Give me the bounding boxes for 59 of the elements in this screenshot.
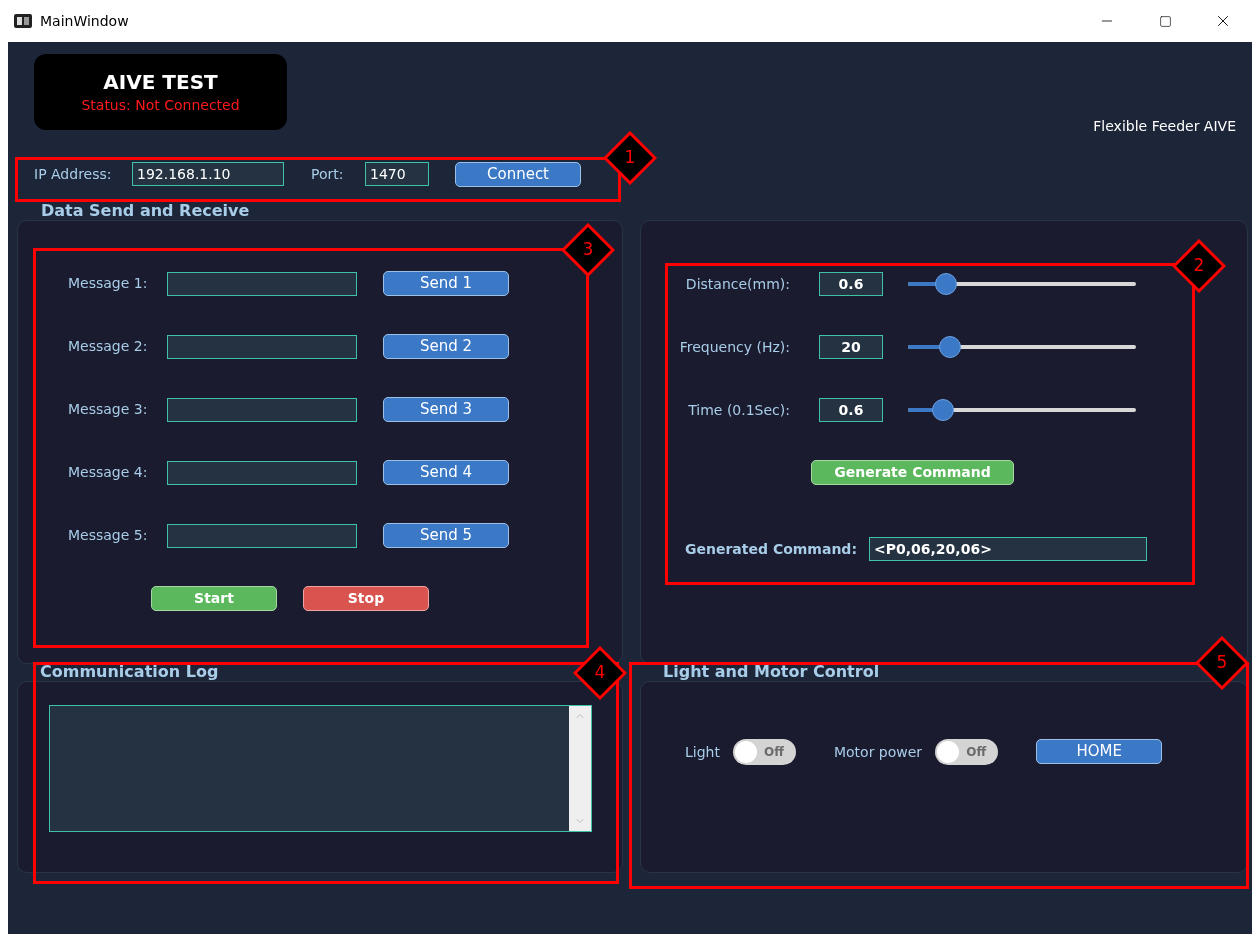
group-title: Communication Log <box>40 661 219 683</box>
slider[interactable] <box>908 399 1136 421</box>
slider-label: Time (0.1Sec): <box>687 400 791 420</box>
send-button[interactable]: Send 2 <box>383 334 509 359</box>
stop-button[interactable]: Stop <box>303 586 429 611</box>
slider-label: Frequency (Hz): <box>678 337 791 357</box>
brand-label: Flexible Feeder AIVE <box>1093 117 1236 136</box>
window-title: MainWindow <box>40 11 129 31</box>
port-field[interactable]: 1470 <box>365 162 429 186</box>
group-title: Light and Motor Control <box>663 661 880 683</box>
slider-thumb[interactable] <box>939 336 962 358</box>
toggle-state: Off <box>764 744 784 761</box>
value-field[interactable]: 20 <box>819 335 883 359</box>
result-label: Generated Command: <box>685 539 858 559</box>
slider-thumb[interactable] <box>932 399 955 421</box>
ip-field[interactable]: 192.168.1.10 <box>132 162 284 186</box>
slider[interactable] <box>908 273 1136 295</box>
message-field[interactable] <box>167 523 357 548</box>
message-label: Message 2: <box>68 337 149 356</box>
home-button[interactable]: HOME <box>1036 739 1163 764</box>
connect-button[interactable]: Connect <box>455 161 581 187</box>
callout-badge: 5 <box>1195 636 1249 690</box>
connection-status: Status: Not Connected <box>81 95 240 115</box>
callout-badge: 1 <box>603 131 657 185</box>
send-button[interactable]: Send 1 <box>383 271 509 296</box>
port-label: Port: <box>311 164 345 184</box>
slider[interactable] <box>908 336 1136 358</box>
app-icon <box>14 14 32 28</box>
message-label: Message 5: <box>68 526 149 545</box>
callout-badge: 2 <box>1172 239 1226 293</box>
toggle-label: Light <box>685 742 720 762</box>
toggle-label: Motor power <box>833 742 923 762</box>
message-field[interactable] <box>167 271 357 296</box>
ip-label: IP Address: <box>34 164 113 184</box>
command-field[interactable]: <P0,06,20,06> <box>869 537 1147 561</box>
toggle-switch[interactable]: Off <box>732 739 796 765</box>
group-title: Data Send and Receive <box>40 200 251 222</box>
send-button[interactable]: Send 5 <box>383 523 509 548</box>
generate-command-button[interactable]: Generate Command <box>811 460 1014 485</box>
slider-thumb[interactable] <box>934 273 957 295</box>
message-field[interactable] <box>167 334 357 359</box>
value-field[interactable]: 0.6 <box>819 272 883 296</box>
slider-label: Distance(mm): <box>684 274 791 294</box>
send-button[interactable]: Send 4 <box>383 460 509 485</box>
maximize-icon[interactable] <box>1158 14 1172 28</box>
start-button[interactable]: Start <box>151 586 277 611</box>
callout-badge: 3 <box>561 223 615 277</box>
callout-badge: 4 <box>573 646 627 700</box>
send-button[interactable]: Send 3 <box>383 397 509 422</box>
message-label: Message 4: <box>68 463 149 482</box>
message-label: Message 3: <box>68 400 149 419</box>
app-title: AIVE TEST <box>103 68 218 95</box>
log-text-area[interactable] <box>49 705 592 832</box>
message-field[interactable] <box>167 460 357 485</box>
value-field[interactable]: 0.6 <box>819 398 883 422</box>
toggle-state: Off <box>966 744 987 761</box>
message-field[interactable] <box>167 397 357 422</box>
message-label: Message 1: <box>68 274 149 293</box>
toggle-switch[interactable]: Off <box>935 739 999 765</box>
